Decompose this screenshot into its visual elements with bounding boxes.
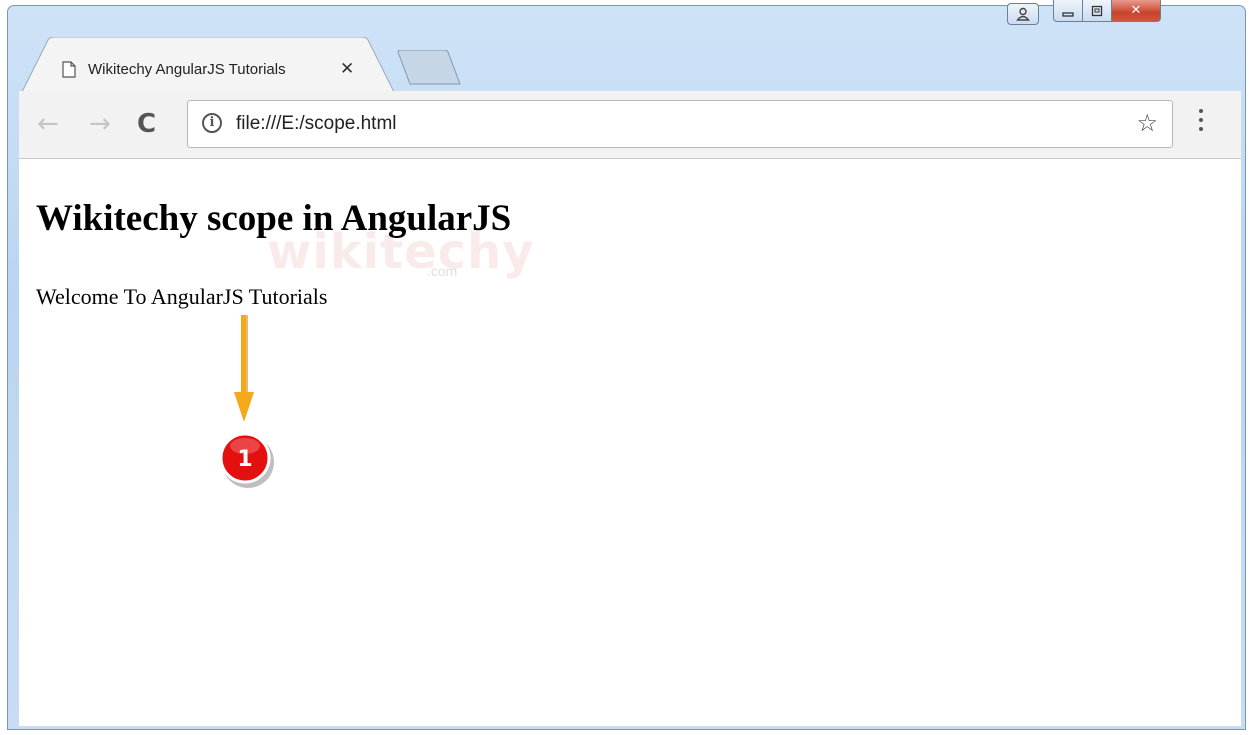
new-tab-button[interactable]: [396, 50, 462, 86]
page-content: wikitechy .com Wikitechy scope in Angula…: [19, 159, 1241, 726]
minimize-button[interactable]: [1053, 0, 1083, 22]
close-window-button[interactable]: ✕: [1111, 0, 1161, 22]
tab-close-icon[interactable]: ✕: [340, 59, 354, 79]
page-heading: Wikitechy scope in AngularJS: [36, 198, 512, 239]
tab-title: Wikitechy AngularJS Tutorials: [88, 60, 286, 78]
watermark-sub: .com: [427, 263, 458, 279]
page-icon: [62, 60, 76, 78]
browser-toolbar: ← → C i file:///E:/scope.html ☆: [19, 91, 1241, 159]
tab-content[interactable]: Wikitechy AngularJS Tutorials ✕: [62, 56, 354, 82]
user-icon: [1016, 7, 1030, 21]
user-profile-button[interactable]: [1007, 3, 1039, 25]
close-icon: ✕: [1130, 3, 1142, 18]
minimize-icon: [1062, 11, 1074, 17]
maximize-button[interactable]: [1082, 0, 1112, 22]
restore-icon: [1091, 5, 1103, 16]
welcome-text: Welcome To AngularJS Tutorials: [36, 284, 328, 309]
info-icon[interactable]: i: [202, 113, 222, 133]
reload-button[interactable]: C: [137, 111, 156, 137]
bookmark-star-icon[interactable]: ☆: [1136, 109, 1158, 137]
back-button[interactable]: ←: [37, 111, 59, 137]
url-text[interactable]: file:///E:/scope.html: [236, 113, 397, 135]
menu-icon[interactable]: [1199, 109, 1205, 136]
forward-button[interactable]: →: [89, 111, 111, 137]
address-bar[interactable]: i file:///E:/scope.html ☆: [187, 100, 1173, 148]
